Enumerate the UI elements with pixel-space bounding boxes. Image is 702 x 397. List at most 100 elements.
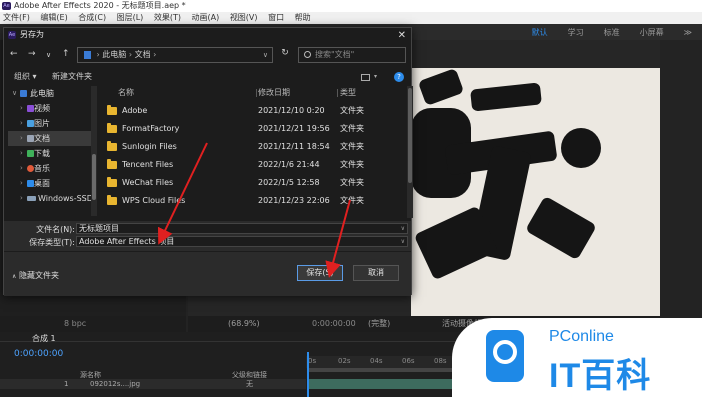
file-name: WeChat Files <box>122 178 174 187</box>
viewer-time[interactable]: 0:00:00:00 <box>312 316 356 332</box>
menu-file[interactable]: 文件(F) <box>3 13 30 22</box>
tree-item-label: 图片 <box>34 119 50 128</box>
timeline-current-time[interactable]: 0:00:00:00 <box>14 349 63 359</box>
breadcrumb-this-pc[interactable]: 此电脑 <box>102 50 126 59</box>
file-type: 文件夹 <box>340 178 364 187</box>
tree-item-documents[interactable]: › 文档 <box>8 131 94 146</box>
file-row[interactable]: Sunlogin Files 2021/12/11 18:54 文件夹 <box>100 138 406 156</box>
workspace-menu-icon[interactable]: ≫ <box>684 28 692 37</box>
new-folder-button[interactable]: 新建文件夹 <box>52 70 92 84</box>
file-list-scrollbar[interactable] <box>407 86 413 218</box>
menu-animation[interactable]: 动画(A) <box>192 13 220 22</box>
search-input[interactable]: 搜索"文档" <box>298 47 406 63</box>
bpc-label[interactable]: 8 bpc <box>64 319 86 328</box>
parent-select[interactable]: 无 <box>246 379 253 389</box>
layer-row[interactable]: 1 092012s....jpg 无 <box>0 379 306 389</box>
filetype-value: Adobe After Effects 项目 <box>79 237 175 246</box>
recent-locations-chevron-icon[interactable]: ∨ <box>46 51 51 59</box>
search-icon <box>304 51 311 58</box>
window-title: Adobe After Effects 2020 - 无标题项目.aep * <box>14 1 186 10</box>
file-type: 文件夹 <box>340 160 364 169</box>
layer-number: 1 <box>64 380 69 388</box>
tree-item-music[interactable]: › 音乐 <box>8 161 94 176</box>
resolution-select[interactable]: (完整) <box>368 316 390 332</box>
column-modified[interactable]: 修改日期 <box>258 86 290 100</box>
file-type: 文件夹 <box>340 124 364 133</box>
file-modified: 2022/1/5 12:58 <box>258 178 320 187</box>
current-time-indicator[interactable] <box>307 352 309 397</box>
tree-item-this-pc[interactable]: ∨ 此电脑 <box>8 86 94 101</box>
save-button[interactable]: 保存(S) <box>297 265 343 281</box>
filename-label: 文件名(N): <box>36 225 75 234</box>
file-row[interactable]: FormatFactory 2021/12/21 19:56 文件夹 <box>100 120 406 138</box>
tree-item-desktop[interactable]: › 桌面 <box>8 176 94 191</box>
menu-bar: 文件(F) 编辑(E) 合成(C) 图层(L) 效果(T) 动画(A) 视图(V… <box>0 12 702 24</box>
after-effects-logo-icon: Ae <box>8 31 16 39</box>
download-icon <box>27 150 34 157</box>
address-dropdown-chevron-icon[interactable]: ∨ <box>263 48 268 62</box>
filetype-select[interactable]: Adobe After Effects 项目 ∨ <box>76 236 408 247</box>
menu-composition[interactable]: 合成(C) <box>78 13 106 22</box>
tree-item-downloads[interactable]: › 下载 <box>8 146 94 161</box>
dialog-title: 另存为 <box>20 30 44 39</box>
back-arrow-icon[interactable]: ← <box>10 49 18 59</box>
refresh-icon[interactable]: ↻ <box>278 48 292 62</box>
folder-icon <box>107 141 117 151</box>
music-icon <box>27 165 34 172</box>
help-icon[interactable]: ? <box>394 72 404 82</box>
column-name[interactable]: 名称 <box>118 86 134 100</box>
window-title-bar: Ae Adobe After Effects 2020 - 无标题项目.aep … <box>0 0 702 12</box>
file-row[interactable]: WeChat Files 2022/1/5 12:58 文件夹 <box>100 174 406 192</box>
folder-icon <box>107 159 117 169</box>
tree-item-label: 桌面 <box>34 179 50 188</box>
view-options-icon[interactable] <box>361 74 370 81</box>
workspace-learn[interactable]: 学习 <box>568 27 584 38</box>
file-list-scrollbar-thumb[interactable] <box>408 88 412 183</box>
filename-dropdown-chevron-icon[interactable]: ∨ <box>401 224 405 233</box>
tree-scrollbar-thumb[interactable] <box>92 154 96 200</box>
file-type: 文件夹 <box>340 106 364 115</box>
zoom-level[interactable]: (68.9%) <box>228 316 260 332</box>
tree-item-videos[interactable]: › 视频 <box>8 101 94 116</box>
workspace-default[interactable]: 默认 <box>532 27 548 38</box>
cancel-button[interactable]: 取消 <box>353 265 399 281</box>
project-panel-footer: 8 bpc <box>0 316 186 332</box>
close-icon[interactable]: ✕ <box>398 29 406 43</box>
menu-edit[interactable]: 编辑(E) <box>40 13 67 22</box>
workspace-standard[interactable]: 标准 <box>604 27 620 38</box>
save-fields: 文件名(N): 无标题项目 ∨ 保存类型(T): Adobe After Eff… <box>4 221 411 251</box>
menu-effect[interactable]: 效果(T) <box>154 13 181 22</box>
file-type: 文件夹 <box>340 142 364 151</box>
tree-item-pictures[interactable]: › 图片 <box>8 116 94 131</box>
tree-item-label: 此电脑 <box>30 89 54 98</box>
view-dropdown-chevron-icon[interactable]: ▾ <box>374 70 377 84</box>
file-row[interactable]: Tencent Files 2022/1/6 21:44 文件夹 <box>100 156 406 174</box>
menu-view[interactable]: 视图(V) <box>230 13 258 22</box>
layer-name: 092012s....jpg <box>90 380 141 388</box>
folder-icon <box>107 177 117 187</box>
breadcrumb-documents[interactable]: 文档 <box>135 50 151 59</box>
filename-input[interactable]: 无标题项目 ∨ <box>76 223 408 234</box>
forward-arrow-icon[interactable]: → <box>28 49 36 59</box>
menu-window[interactable]: 窗口 <box>268 13 284 22</box>
ruler-tick: 02s <box>338 357 351 365</box>
pc-icon <box>84 50 91 59</box>
column-type[interactable]: 类型 <box>340 86 356 100</box>
address-bar[interactable]: › 此电脑 › 文档 › ∨ <box>77 47 273 63</box>
filetype-dropdown-chevron-icon[interactable]: ∨ <box>401 237 405 246</box>
tree-item-label: 音乐 <box>34 164 50 173</box>
file-row[interactable]: WPS Cloud Files 2021/12/23 22:06 文件夹 <box>100 192 406 210</box>
tab-composition-1[interactable]: 合成 1 <box>32 333 56 344</box>
menu-layer[interactable]: 图层(L) <box>117 13 144 22</box>
hide-folders-toggle[interactable]: ∧ 隐藏文件夹 <box>12 270 59 281</box>
menu-help[interactable]: 帮助 <box>295 13 311 22</box>
tree-item-windows-ssd[interactable]: › Windows-SSD <box>8 191 94 206</box>
hide-folders-label: 隐藏文件夹 <box>18 271 59 280</box>
file-row[interactable]: Adobe 2021/12/10 0:20 文件夹 <box>100 102 406 120</box>
up-arrow-icon[interactable]: ↑ <box>62 49 70 59</box>
file-name: WPS Cloud Files <box>122 196 186 205</box>
file-name: FormatFactory <box>122 124 180 133</box>
tree-scrollbar[interactable] <box>91 86 97 216</box>
organize-menu[interactable]: 组织 ▾ <box>14 70 37 84</box>
workspace-small-screen[interactable]: 小屏幕 <box>640 27 664 38</box>
